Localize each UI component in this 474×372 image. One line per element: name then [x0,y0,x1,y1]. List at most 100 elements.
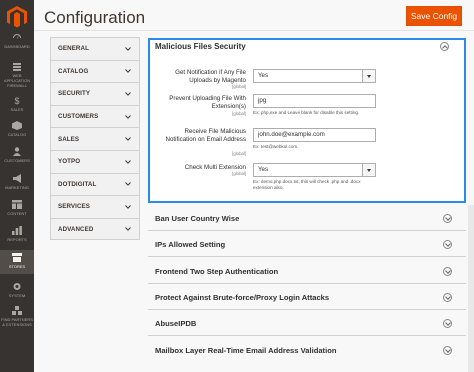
nav-dashboard-label: DASHBOARD [4,44,30,49]
megaphone-icon [13,174,21,183]
nav-sales[interactable]: $ SALES [0,96,34,112]
nav-dashboard[interactable]: DASHBOARD [0,33,34,49]
tab-label: GENERAL [58,45,89,53]
person-icon [13,147,21,156]
nav-customers[interactable]: CUSTOMERS [0,147,34,163]
tab-customers[interactable]: CUSTOMERS [50,104,140,128]
header-divider [34,30,474,31]
nav-marketing[interactable]: MARKETING [0,174,34,190]
collapse-icon[interactable] [440,42,449,51]
tab-label: ADVANCED [58,225,94,233]
extensions-input[interactable]: jpg [253,94,376,108]
expand-icon [443,346,452,355]
select-value: Yes [258,166,269,173]
nav-content[interactable]: CONTENT [0,200,34,216]
nav-customers-label: CUSTOMERS [4,158,30,163]
chevron-down-icon [125,69,131,74]
dropdown-arrow-icon [362,70,375,82]
svg-text:$: $ [14,96,19,105]
field-label: Prevent Uploading File With Extension(s) [169,95,246,110]
tab-security[interactable]: SECURITY [50,82,140,105]
box-icon [12,121,22,130]
dollar-icon: $ [14,96,19,105]
nav-firewall[interactable]: WEB APPLICATION FIREWALL [0,62,34,88]
tab-dotdigital[interactable]: DOTDIGITAL [50,172,140,196]
section-abuseipdb[interactable]: AbuseIPDB [148,312,466,336]
bar-chart-icon [12,226,22,235]
field-label: Receive File Malicious Notification on E… [165,128,246,143]
tab-label: CUSTOMERS [58,113,99,121]
section-title: AbuseIPDB [155,319,197,328]
nav-content-label: CONTENT [7,211,27,216]
chevron-down-icon [125,92,131,96]
cubes-icon [12,306,22,315]
tab-services[interactable]: SERVICES [50,195,140,218]
nav-reports-label: REPORTS [7,237,27,242]
tab-yotpo[interactable]: YOTPO [50,149,140,173]
nav-marketing-label: MARKETING [5,185,29,190]
expand-icon [443,293,452,302]
nav-firewall-label: WEB APPLICATION FIREWALL [3,73,31,88]
store-icon [12,253,22,262]
section-brute-force[interactable]: Protect Against Brute-force/Proxy Login … [148,286,466,310]
expand-icon [443,214,452,223]
tab-label: YOTPO [58,158,81,166]
section-ban-country[interactable]: Ban User Country Wise [148,207,466,231]
chevron-down-icon [125,182,131,187]
notification-select[interactable]: Yes [253,69,376,83]
nav-partners[interactable]: FIND PARTNERS & EXTENSIONS [0,306,34,327]
nav-stores-label: STORES [8,264,26,269]
save-config-button[interactable]: Save Config [406,6,462,26]
scope-label: [global] [232,171,246,176]
section-title: Protect Against Brute-force/Proxy Login … [155,293,330,302]
dropdown-arrow-icon [362,164,375,176]
layout-icon [12,200,22,209]
magento-logo[interactable] [7,6,27,28]
admin-sidebar: DASHBOARD WEB APPLICATION FIREWALL $ SAL… [0,0,34,372]
expand-icon [443,240,452,249]
scope-label: [global] [232,84,246,89]
section-title: Frontend Two Step Authentication [155,267,279,276]
section-title: Mailbox Layer Real-Time Email Address Va… [155,346,337,355]
scope-label: [global] [232,151,246,156]
section-title: Ban User Country Wise [155,214,240,223]
gear-icon [13,283,21,290]
tab-sales[interactable]: SALES [50,127,140,150]
email-field[interactable]: john.doe@example.com [253,128,376,142]
tab-label: SALES [58,135,80,143]
nav-system[interactable]: SYSTEM [0,282,34,298]
tab-advanced[interactable]: ADVANCED [50,217,140,241]
chevron-down-icon [125,205,131,209]
chevron-down-icon [125,159,131,164]
nav-stores[interactable]: STORES [0,250,34,274]
section-two-step[interactable]: Frontend Two Step Authentication [148,260,466,284]
expand-icon [443,267,452,276]
tab-label: SERVICES [58,203,90,211]
nav-reports[interactable]: REPORTS [0,226,34,242]
firewall-icon [13,63,21,71]
tab-label: CATALOG [58,67,89,75]
section-ips-allowed[interactable]: IPs Allowed Setting [148,233,466,257]
expand-icon [443,319,452,328]
page-title: Configuration [44,8,146,27]
nav-catalog-label: CATALOG [7,132,27,137]
tab-label: SECURITY [58,90,91,98]
dashboard-icon [13,34,21,39]
section-title: IPs Allowed Setting [155,240,226,249]
multi-extension-select[interactable]: Yes [253,163,376,177]
field-note: Ex: demo.php.docx.txt, this will check .… [253,179,361,190]
tab-label: DOTDIGITAL [58,180,97,188]
field-label: Get Notification if Any File Uploads by … [175,69,246,84]
field-note: Ex: php,exe and Leave blank for disable … [253,110,360,115]
tab-general[interactable]: GENERAL [50,37,140,60]
chevron-down-icon [125,137,131,142]
field-note: Ex: test@webkul.com. [253,144,299,149]
nav-sales-label: SALES [10,107,24,112]
section-mailbox-layer[interactable]: Mailbox Layer Real-Time Email Address Va… [148,339,466,363]
tab-catalog[interactable]: CATALOG [50,59,140,83]
scrollbar[interactable] [468,205,474,372]
nav-catalog[interactable]: CATALOG [0,121,34,137]
chevron-down-icon [125,227,131,231]
malicious-section-title[interactable]: Malicious Files Security [155,42,246,51]
config-tabs: GENERAL CATALOG SECURITY CUSTOMERS SALES… [50,37,140,241]
